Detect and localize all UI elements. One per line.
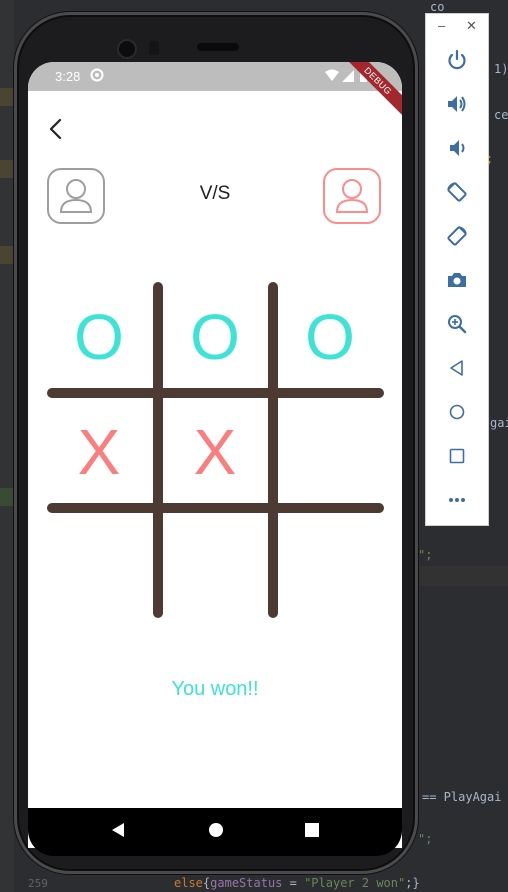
gutter-marker [0,88,14,106]
gutter-marker [0,160,14,178]
zoom-icon[interactable] [445,312,469,336]
ide-tail: ;} [405,876,420,890]
board-cell[interactable]: O [158,280,272,394]
user-avatar-icon [335,179,369,213]
game-status-message: You won!! [171,678,259,700]
board-cell[interactable] [273,510,387,624]
proximity-sensor [149,41,159,55]
ide-code-line: else{gameStatus = "Player 2 won";} [174,876,420,890]
volume-up-icon[interactable] [445,92,469,116]
camera-icon[interactable] [445,268,469,292]
android-nav-bar [28,808,402,856]
emulator-titlebar: – ✕ [426,14,488,40]
ide-code-fragment: 1) [494,62,508,76]
board-cell[interactable]: X [158,395,272,509]
ide-string: "Player 2 won" [304,876,406,890]
gutter-marker [0,246,14,264]
board-cell[interactable] [273,395,387,509]
nav-back-icon[interactable] [110,822,126,842]
ide-gutter [0,0,14,892]
rotate-left-icon[interactable] [445,180,469,204]
status-bar: 3:28 DEBUG [28,62,402,122]
emulator-toolbar: – ✕ [425,13,489,526]
minimize-icon[interactable]: – [438,18,445,33]
ide-code-fragment: co [430,0,445,14]
ide-code-fragment: "; [418,548,433,562]
earpiece-speaker [197,43,239,51]
nav-overview-icon[interactable] [304,822,320,842]
gutter-marker [0,488,14,506]
ide-assign: = [282,876,305,890]
board-cell[interactable] [42,510,156,624]
ide-code-fragment: == PlayAgai [422,790,502,804]
back-icon[interactable] [445,356,469,380]
board-cell[interactable] [158,510,272,624]
ide-code-fragment: gai [490,416,508,430]
rotate-right-icon[interactable] [445,224,469,248]
ide-keyword: else [174,876,203,890]
board-cell[interactable]: X [42,395,156,509]
home-icon[interactable] [445,400,469,424]
ide-current-line [418,566,508,586]
more-icon[interactable] [445,488,469,512]
ide-variable: gameStatus [210,876,283,890]
overview-icon[interactable] [445,444,469,468]
ide-code-fragment: ce [494,108,508,122]
close-icon[interactable]: ✕ [466,18,477,34]
app-screen: 3:28 DEBUG V/S O O O X X You won!! [28,62,402,848]
player2-avatar [323,168,381,224]
sync-icon [90,68,104,85]
board-cell[interactable]: O [273,280,387,394]
volume-down-icon[interactable] [445,136,469,160]
status-time: 3:28 [55,69,81,84]
board-cell[interactable]: O [42,280,156,394]
ide-line-number: 259 [28,877,48,890]
power-icon[interactable] [445,48,469,72]
front-camera [117,39,137,59]
back-arrow-icon[interactable] [46,118,66,140]
ide-code-fragment: "; [418,832,433,846]
nav-home-icon[interactable] [208,822,224,842]
